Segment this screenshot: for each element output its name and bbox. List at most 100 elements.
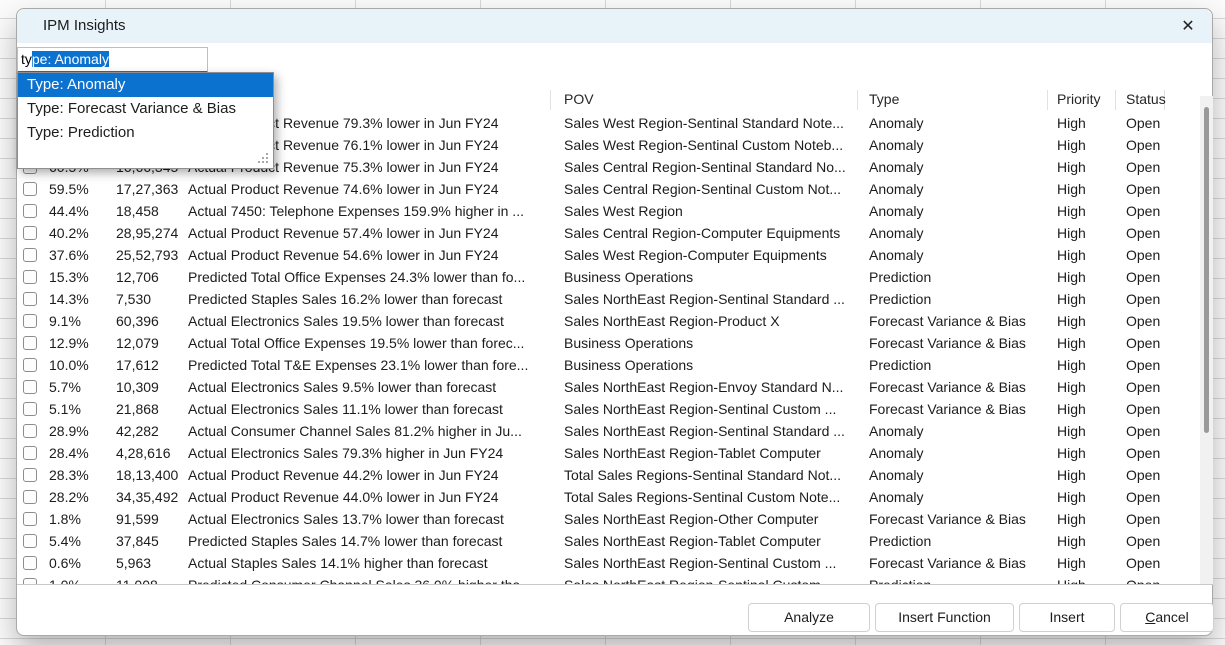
insight-priority: High — [1057, 112, 1119, 134]
insight-pov: Sales NorthEast Region-Sentinal Custom .… — [564, 398, 864, 420]
column-header-status[interactable]: Status — [1126, 87, 1166, 112]
insight-type: Anomaly — [869, 200, 1055, 222]
insight-type: Anomaly — [869, 222, 1055, 244]
insight-type: Forecast Variance & Bias — [869, 376, 1055, 398]
row-checkbox[interactable] — [23, 292, 37, 306]
table-row[interactable]: 9.1% 60,396 Actual Electronics Sales 19.… — [17, 310, 1197, 332]
insight-priority: High — [1057, 332, 1119, 354]
table-row[interactable]: 28.3% 18,13,400 Actual Product Revenue 4… — [17, 464, 1197, 486]
insight-value: 12,079 — [116, 332, 186, 354]
table-row[interactable]: 28.9% 42,282 Actual Consumer Channel Sal… — [17, 420, 1197, 442]
insight-status: Open — [1126, 200, 1184, 222]
table-row[interactable]: 15.3% 12,706 Predicted Total Office Expe… — [17, 266, 1197, 288]
row-checkbox[interactable] — [23, 512, 37, 526]
insight-pov: Sales West Region-Sentinal Custom Noteb.… — [564, 134, 864, 156]
type-filter-input[interactable]: type: Anomaly — [17, 47, 208, 73]
insight-value: 18,458 — [116, 200, 186, 222]
insight-status: Open — [1126, 398, 1184, 420]
table-row[interactable]: 59.5% 17,27,363 Actual Product Revenue 7… — [17, 178, 1197, 200]
row-checkbox[interactable] — [23, 402, 37, 416]
table-row[interactable]: 1.8% 91,599 Actual Electronics Sales 13.… — [17, 508, 1197, 530]
insight-description: Actual Staples Sales 14.1% higher than f… — [188, 552, 558, 574]
insight-status: Open — [1126, 574, 1184, 584]
insert-button[interactable]: Insert — [1019, 603, 1115, 632]
row-checkbox[interactable] — [23, 182, 37, 196]
table-row[interactable]: 12.9% 12,079 Actual Total Office Expense… — [17, 332, 1197, 354]
table-row[interactable]: 5.4% 37,845 Predicted Staples Sales 14.7… — [17, 530, 1197, 552]
insight-type: Anomaly — [869, 244, 1055, 266]
dropdown-option-prediction[interactable]: Type: Prediction — [18, 121, 273, 145]
table-row[interactable]: 44.4% 18,458 Actual 7450: Telephone Expe… — [17, 200, 1197, 222]
dropdown-option-anomaly[interactable]: Type: Anomaly — [18, 73, 273, 97]
table-row[interactable]: 14.3% 7,530 Predicted Staples Sales 16.2… — [17, 288, 1197, 310]
column-header-pov[interactable]: POV — [564, 87, 594, 112]
insight-pov: Business Operations — [564, 354, 864, 376]
insight-priority: High — [1057, 574, 1119, 584]
resize-grip-icon[interactable] — [256, 151, 268, 163]
insight-pov: Sales NorthEast Region-Tablet Computer — [564, 442, 864, 464]
insight-pov: Sales NorthEast Region-Sentinal Standard… — [564, 288, 864, 310]
insight-value: 12,706 — [116, 266, 186, 288]
row-checkbox[interactable] — [23, 248, 37, 262]
column-header-type[interactable]: Type — [869, 87, 899, 112]
insight-description: Actual Consumer Channel Sales 81.2% high… — [188, 420, 558, 442]
row-checkbox[interactable] — [23, 336, 37, 350]
insight-priority: High — [1057, 398, 1119, 420]
table-row[interactable]: 5.7% 10,309 Actual Electronics Sales 9.5… — [17, 376, 1197, 398]
row-checkbox[interactable] — [23, 204, 37, 218]
table-row[interactable]: 0.6% 5,963 Actual Staples Sales 14.1% hi… — [17, 552, 1197, 574]
insight-type: Forecast Variance & Bias — [869, 332, 1055, 354]
row-checkbox[interactable] — [23, 424, 37, 438]
vertical-scrollbar-thumb[interactable] — [1204, 107, 1209, 433]
table-row[interactable]: 28.2% 34,35,492 Actual Product Revenue 4… — [17, 486, 1197, 508]
row-checkbox[interactable] — [23, 226, 37, 240]
insight-description: Actual Total Office Expenses 19.5% lower… — [188, 332, 558, 354]
insight-pov: Sales Central Region-Sentinal Custom Not… — [564, 178, 864, 200]
insight-impact: 40.2% — [49, 222, 113, 244]
row-checkbox[interactable] — [23, 358, 37, 372]
header-separator — [857, 90, 858, 110]
insight-priority: High — [1057, 134, 1119, 156]
insight-status: Open — [1126, 332, 1184, 354]
table-row[interactable]: 28.4% 4,28,616 Actual Electronics Sales … — [17, 442, 1197, 464]
insight-value: 11,008 — [116, 574, 186, 584]
vertical-scrollbar-track[interactable] — [1200, 96, 1213, 584]
row-checkbox[interactable] — [23, 314, 37, 328]
insight-type: Anomaly — [869, 156, 1055, 178]
insight-pov: Business Operations — [564, 266, 864, 288]
cancel-button[interactable]: Cancel — [1120, 603, 1214, 632]
insight-priority: High — [1057, 420, 1119, 442]
table-row[interactable]: 37.6% 25,52,793 Actual Product Revenue 5… — [17, 244, 1197, 266]
insight-value: 60,396 — [116, 310, 186, 332]
row-checkbox[interactable] — [23, 380, 37, 394]
insight-priority: High — [1057, 266, 1119, 288]
analyze-button[interactable]: Analyze — [748, 603, 870, 632]
insight-impact: 1.8% — [49, 508, 113, 530]
close-button[interactable]: ✕ — [1176, 15, 1200, 39]
insight-status: Open — [1126, 178, 1184, 200]
filter-text-selection: pe: Anomaly — [32, 51, 109, 67]
table-row[interactable]: 10.0% 17,612 Predicted Total T&E Expense… — [17, 354, 1197, 376]
row-checkbox[interactable] — [23, 534, 37, 548]
table-row[interactable]: 5.1% 21,868 Actual Electronics Sales 11.… — [17, 398, 1197, 420]
row-checkbox[interactable] — [23, 490, 37, 504]
row-checkbox[interactable] — [23, 446, 37, 460]
insight-priority: High — [1057, 222, 1119, 244]
table-bottom-border — [17, 584, 1213, 585]
insight-type: Prediction — [869, 288, 1055, 310]
row-checkbox[interactable] — [23, 556, 37, 570]
insight-value: 4,28,616 — [116, 442, 186, 464]
row-checkbox[interactable] — [23, 270, 37, 284]
row-checkbox[interactable] — [23, 468, 37, 482]
insert-function-button[interactable]: Insert Function — [875, 603, 1014, 632]
insight-priority: High — [1057, 310, 1119, 332]
column-header-priority[interactable]: Priority — [1057, 87, 1101, 112]
insight-impact: 9.1% — [49, 310, 113, 332]
table-row[interactable]: 1.0% 11,008 Predicted Consumer Channel S… — [17, 574, 1197, 584]
insight-type: Prediction — [869, 530, 1055, 552]
dropdown-option-forecast-variance[interactable]: Type: Forecast Variance & Bias — [18, 97, 273, 121]
table-row[interactable]: 40.2% 28,95,274 Actual Product Revenue 5… — [17, 222, 1197, 244]
insights-table-body: Actual Product Revenue 79.3% lower in Ju… — [17, 112, 1197, 584]
insight-type: Prediction — [869, 574, 1055, 584]
insight-value: 18,13,400 — [116, 464, 186, 486]
